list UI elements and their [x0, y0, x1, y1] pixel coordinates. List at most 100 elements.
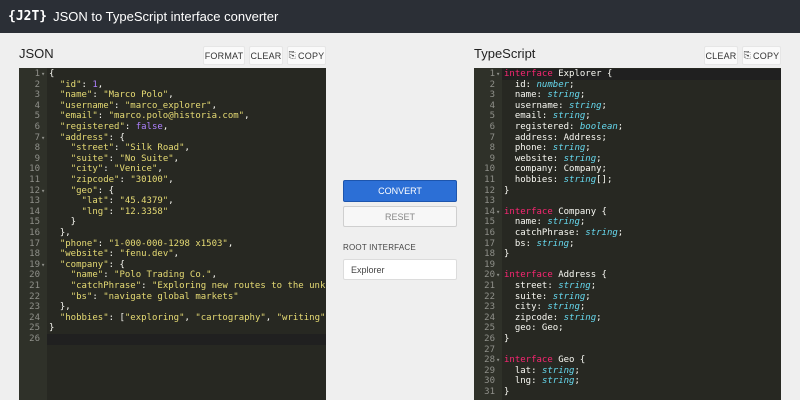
code-text: interface Geo { — [504, 355, 586, 366]
ts-panel-title: TypeScript — [474, 46, 536, 61]
code-line: 2 "id": 1, — [19, 80, 326, 91]
code-line: 29 lat: string; — [474, 366, 781, 377]
code-text: "email": "marco.polo@historia.com", — [59, 111, 250, 122]
fold-arrow-icon[interactable]: ▾ — [496, 207, 500, 218]
json-editor[interactable]: 1 ▾{2 "id": 1, 3 "name": "Marco Polo", 4 "u… — [19, 68, 326, 400]
code-line: 7 address: Address; — [474, 133, 781, 144]
fold-arrow-icon[interactable]: ▾ — [496, 270, 500, 281]
code-line: 24 "hobbies": ["exploring", "cartography… — [19, 313, 326, 324]
line-number: 14 — [484, 206, 495, 217]
code-text: { — [49, 69, 55, 79]
ts-copy-label: COPY — [753, 50, 780, 61]
code-text: }, — [49, 228, 71, 238]
line-number: 1 — [34, 69, 40, 79]
ts-copy-button[interactable]: ⎘ COPY — [742, 46, 781, 65]
code-text: registered: boolean; — [504, 122, 624, 132]
line-number: 5 — [489, 111, 495, 122]
code-text: city: string; — [504, 302, 586, 313]
code-line: 4 "username": "marco_explorer", — [19, 101, 326, 112]
code-text: hobbies: string[]; — [504, 175, 613, 185]
reset-button[interactable]: RESET — [343, 206, 457, 227]
app-title: JSON to TypeScript interface converter — [53, 9, 279, 24]
fold-arrow-icon[interactable]: ▾ — [41, 133, 45, 144]
line-number: 22 — [484, 291, 495, 302]
reset-label: RESET — [384, 211, 415, 222]
code-line: 21 street: string; — [474, 281, 781, 292]
line-number: 15 — [484, 217, 495, 228]
code-line: 28 ▾ interface Geo { — [474, 355, 781, 366]
fold-arrow-icon[interactable]: ▾ — [496, 355, 500, 366]
line-number: 8 — [34, 143, 40, 154]
line-number: 20 — [484, 270, 495, 281]
format-label: FORMAT — [204, 50, 244, 61]
code-text: "id": 1, — [59, 79, 104, 90]
code-text: zipcode: string; — [504, 312, 602, 323]
line-number: 26 — [29, 334, 40, 344]
code-line: 1 ▾ { — [19, 69, 326, 80]
code-text: interface Explorer { — [504, 69, 613, 79]
fold-arrow-icon[interactable]: ▾ — [496, 69, 500, 80]
code-text: interface Company { — [504, 206, 607, 217]
root-interface-input[interactable] — [343, 259, 457, 280]
code-text: street: string; — [504, 281, 597, 291]
line-number: 9 — [489, 153, 495, 164]
code-text: "city": "Venice", — [70, 164, 163, 175]
code-text: address: Address; — [504, 132, 607, 143]
line-number: 6 — [34, 122, 40, 132]
line-number: 3 — [34, 90, 40, 101]
code-line: 20 ▾ interface Address { — [474, 270, 781, 281]
line-number: 24 — [29, 312, 40, 323]
code-text: website: string; — [504, 153, 602, 164]
ts-editor[interactable]: 1 ▾ interface Explorer {2 id: number; 3 nam… — [474, 68, 781, 400]
line-number: 11 — [29, 175, 40, 185]
line-number: 29 — [484, 365, 495, 376]
code-line: 5 "email": "marco.polo@historia.com", — [19, 111, 326, 122]
code-text: } — [49, 323, 55, 334]
line-number: 6 — [489, 122, 495, 132]
line-number: 12 — [29, 185, 40, 196]
code-text: } — [504, 334, 510, 344]
code-text: email: string; — [504, 111, 591, 122]
code-line: 18} — [474, 249, 781, 260]
line-number: 31 — [484, 387, 495, 397]
code-line: 17 "phone": "1-000-000-1298 x1503", — [19, 239, 326, 250]
json-clear-button[interactable]: CLEAR — [249, 46, 283, 65]
code-line: 19 ▾ "company": { — [19, 260, 326, 271]
line-number: 4 — [489, 100, 495, 111]
line-number: 25 — [29, 323, 40, 334]
ts-clear-button[interactable]: CLEAR — [704, 46, 738, 65]
line-number: 19 — [29, 259, 40, 270]
code-line: 23 }, — [19, 302, 326, 313]
line-number: 21 — [29, 281, 40, 291]
code-line: 25 geo: Geo; — [474, 323, 781, 334]
fold-arrow-icon[interactable]: ▾ — [41, 260, 45, 271]
line-number: 17 — [484, 238, 495, 249]
json-panel-title: JSON — [19, 46, 54, 61]
line-number: 10 — [484, 164, 495, 175]
code-line: 11 "zipcode": "30100", — [19, 175, 326, 186]
fold-arrow-icon[interactable]: ▾ — [41, 69, 45, 80]
line-number: 12 — [484, 185, 495, 196]
code-line: 6 registered: boolean; — [474, 122, 781, 133]
code-line: 8 phone: string; — [474, 143, 781, 154]
code-line: 14 ▾ interface Company { — [474, 207, 781, 218]
format-button[interactable]: FORMAT — [203, 46, 245, 65]
ts-clear-label: CLEAR — [705, 50, 737, 61]
code-line: 15 name: string; — [474, 217, 781, 228]
line-number: 1 — [489, 69, 495, 79]
fold-arrow-icon[interactable]: ▾ — [41, 186, 45, 197]
code-line: 14 "lng": "12.3358" — [19, 207, 326, 218]
code-text: "company": { — [59, 259, 125, 270]
code-text: bs: string; — [504, 238, 575, 249]
json-copy-button[interactable]: ⎘ COPY — [287, 46, 326, 65]
line-number: 7 — [489, 132, 495, 143]
line-number: 20 — [29, 270, 40, 281]
line-number: 5 — [34, 111, 40, 122]
code-text: "registered": false, — [59, 122, 169, 132]
line-number: 10 — [29, 164, 40, 175]
convert-button[interactable]: CONVERT — [343, 180, 457, 202]
line-number: 27 — [484, 344, 495, 355]
copy-icon: ⎘ — [288, 50, 297, 60]
code-text: } — [504, 249, 510, 260]
line-number: 16 — [29, 228, 40, 238]
